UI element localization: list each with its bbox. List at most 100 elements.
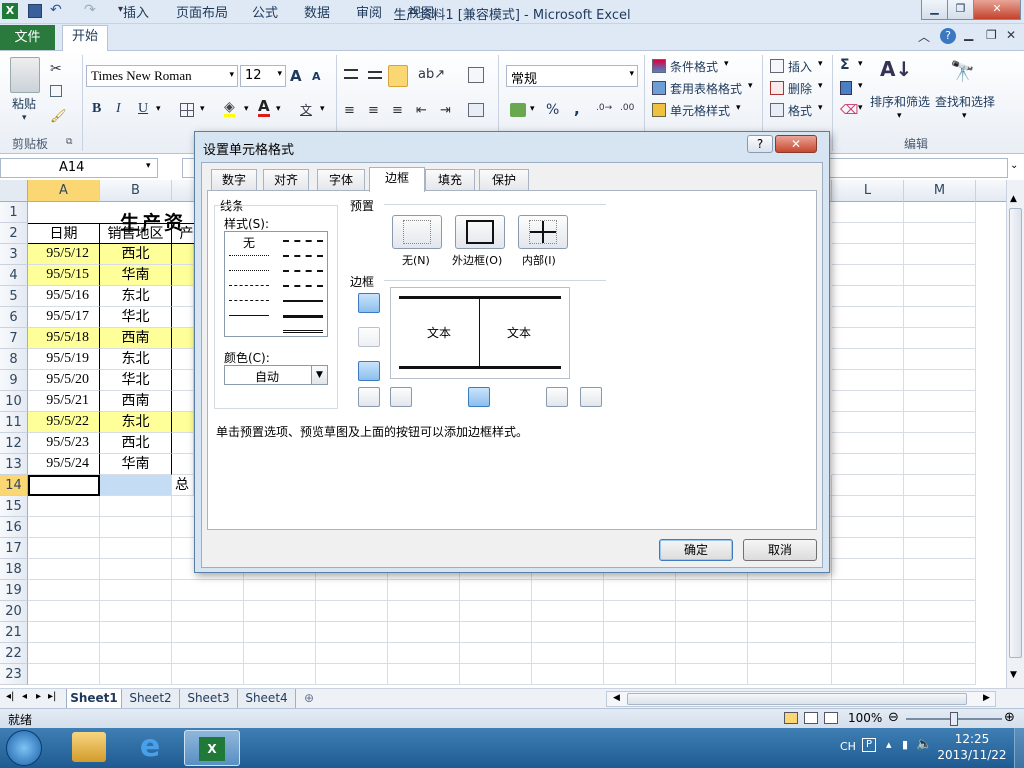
empty-cell[interactable] — [28, 622, 100, 643]
dialog-tab-number[interactable]: 数字 — [211, 169, 257, 191]
last-sheet-icon[interactable]: ▸| — [48, 691, 56, 702]
empty-cell[interactable] — [100, 664, 172, 685]
total-label-cell[interactable]: 总 — [172, 475, 194, 496]
region-cell[interactable]: 华南 — [100, 454, 172, 475]
row-header[interactable]: 4 — [0, 265, 28, 286]
region-cell[interactable]: 西北 — [100, 244, 172, 265]
find-select-icon[interactable]: 🔭 — [950, 59, 975, 83]
empty-cell[interactable] — [832, 622, 904, 643]
row-header[interactable]: 5 — [0, 286, 28, 307]
format-painter-icon[interactable]: 🖌 — [50, 109, 67, 124]
empty-cell[interactable] — [604, 622, 676, 643]
row-header[interactable]: 3 — [0, 244, 28, 265]
selected-cell-b14[interactable] — [100, 475, 172, 496]
normal-view-icon[interactable] — [784, 712, 798, 724]
empty-cell[interactable] — [460, 601, 532, 622]
horizontal-scrollbar[interactable]: ◀ ▶ — [606, 691, 996, 707]
empty-cell[interactable] — [28, 580, 100, 601]
accounting-format-icon[interactable] — [510, 103, 526, 117]
empty-cell[interactable] — [388, 622, 460, 643]
row-header[interactable]: 13 — [0, 454, 28, 475]
find-select-button[interactable]: 查找和选择 — [935, 93, 995, 110]
header-cell[interactable]: 日期 — [28, 223, 100, 244]
zoom-slider-thumb[interactable] — [950, 712, 958, 726]
sheet-tab-sheet2[interactable]: Sheet2 — [122, 689, 180, 708]
align-right-icon[interactable]: ≡ — [392, 103, 403, 118]
line-style-option[interactable] — [283, 240, 323, 242]
grow-font-icon[interactable]: A — [290, 67, 302, 85]
vertical-scrollbar[interactable]: ▲ ▼ — [1006, 180, 1024, 688]
date-cell[interactable]: 95/5/17 — [28, 307, 100, 328]
row-header[interactable]: 8 — [0, 349, 28, 370]
border-left-button[interactable] — [390, 387, 412, 407]
increase-indent-icon[interactable]: ⇥ — [440, 103, 451, 118]
delete-dropdown-icon[interactable]: ▾ — [818, 81, 823, 91]
empty-cell[interactable] — [904, 475, 976, 496]
product-cell[interactable] — [172, 412, 194, 433]
empty-cell[interactable] — [676, 664, 748, 685]
find-select-dropdown-icon[interactable]: ▾ — [962, 111, 967, 121]
delete-cells-button[interactable]: 删除 — [788, 80, 812, 97]
row-header[interactable]: 17 — [0, 538, 28, 559]
empty-cell[interactable] — [904, 601, 976, 622]
ribbon-minimize-icon[interactable]: ▁ — [964, 27, 973, 41]
line-style-option[interactable] — [229, 285, 269, 286]
empty-cell[interactable] — [244, 643, 316, 664]
clock-date[interactable]: 2013/11/22 — [936, 748, 1008, 762]
date-cell[interactable]: 95/5/22 — [28, 412, 100, 433]
table-format-button[interactable]: 套用表格格式 — [670, 80, 742, 97]
dialog-tab-alignment[interactable]: 对齐 — [263, 169, 309, 191]
fill-color-icon[interactable]: ◈ — [224, 100, 235, 117]
row-header[interactable]: 1 — [0, 202, 28, 223]
new-sheet-icon[interactable]: ⊕ — [304, 691, 314, 705]
clear-dropdown-icon[interactable]: ▾ — [858, 103, 863, 113]
empty-cell[interactable] — [832, 496, 904, 517]
line-style-option[interactable] — [283, 330, 323, 333]
help-icon[interactable]: ? — [940, 28, 956, 44]
name-box-dropdown-icon[interactable]: ▾ — [146, 161, 151, 171]
line-style-option[interactable] — [229, 315, 269, 316]
conditional-format-button[interactable]: 条件格式 — [670, 58, 718, 75]
align-bottom-icon[interactable] — [388, 65, 408, 87]
dialog-close-button[interactable]: ✕ — [775, 135, 817, 153]
empty-cell[interactable] — [832, 517, 904, 538]
empty-cell[interactable] — [904, 328, 976, 349]
row-header[interactable]: 9 — [0, 370, 28, 391]
line-color-dropdown-icon[interactable]: ▼ — [311, 366, 327, 384]
empty-cell[interactable] — [748, 664, 832, 685]
autosum-dropdown-icon[interactable]: ▾ — [858, 59, 863, 69]
empty-cell[interactable] — [244, 622, 316, 643]
empty-cell[interactable] — [172, 643, 244, 664]
empty-cell[interactable] — [244, 664, 316, 685]
ribbon-restore-icon[interactable]: ❐ — [986, 28, 997, 42]
row-header[interactable]: 18 — [0, 559, 28, 580]
empty-cell[interactable] — [904, 307, 976, 328]
minimize-button[interactable]: ▁ — [921, 0, 948, 20]
empty-cell[interactable] — [904, 664, 976, 685]
date-cell[interactable]: 95/5/24 — [28, 454, 100, 475]
column-header-a[interactable]: A — [28, 180, 100, 202]
decrease-decimal-icon[interactable]: .00 — [620, 103, 634, 113]
ok-button[interactable]: 确定 — [659, 539, 733, 561]
line-style-option[interactable] — [229, 300, 269, 301]
row-header[interactable]: 12 — [0, 433, 28, 454]
date-cell[interactable]: 95/5/21 — [28, 391, 100, 412]
wrap-text-icon[interactable] — [468, 67, 484, 83]
empty-cell[interactable] — [100, 643, 172, 664]
input-language[interactable]: CH — [840, 740, 856, 753]
sheet-title-cell[interactable]: 生产资 — [120, 208, 186, 235]
empty-cell[interactable] — [532, 601, 604, 622]
empty-cell[interactable] — [100, 601, 172, 622]
row-header[interactable]: 15 — [0, 496, 28, 517]
date-cell[interactable]: 95/5/23 — [28, 433, 100, 454]
ime-icon[interactable]: P — [862, 738, 876, 752]
excel-taskbar-icon[interactable]: X — [184, 730, 240, 766]
name-box[interactable]: A14 — [0, 158, 158, 178]
dialog-tab-border[interactable]: 边框 — [369, 167, 425, 192]
empty-cell[interactable] — [832, 643, 904, 664]
empty-cell[interactable] — [28, 643, 100, 664]
row-header[interactable]: 21 — [0, 622, 28, 643]
empty-cell[interactable] — [244, 601, 316, 622]
empty-cell[interactable] — [832, 475, 904, 496]
row-header[interactable]: 2 — [0, 223, 28, 244]
